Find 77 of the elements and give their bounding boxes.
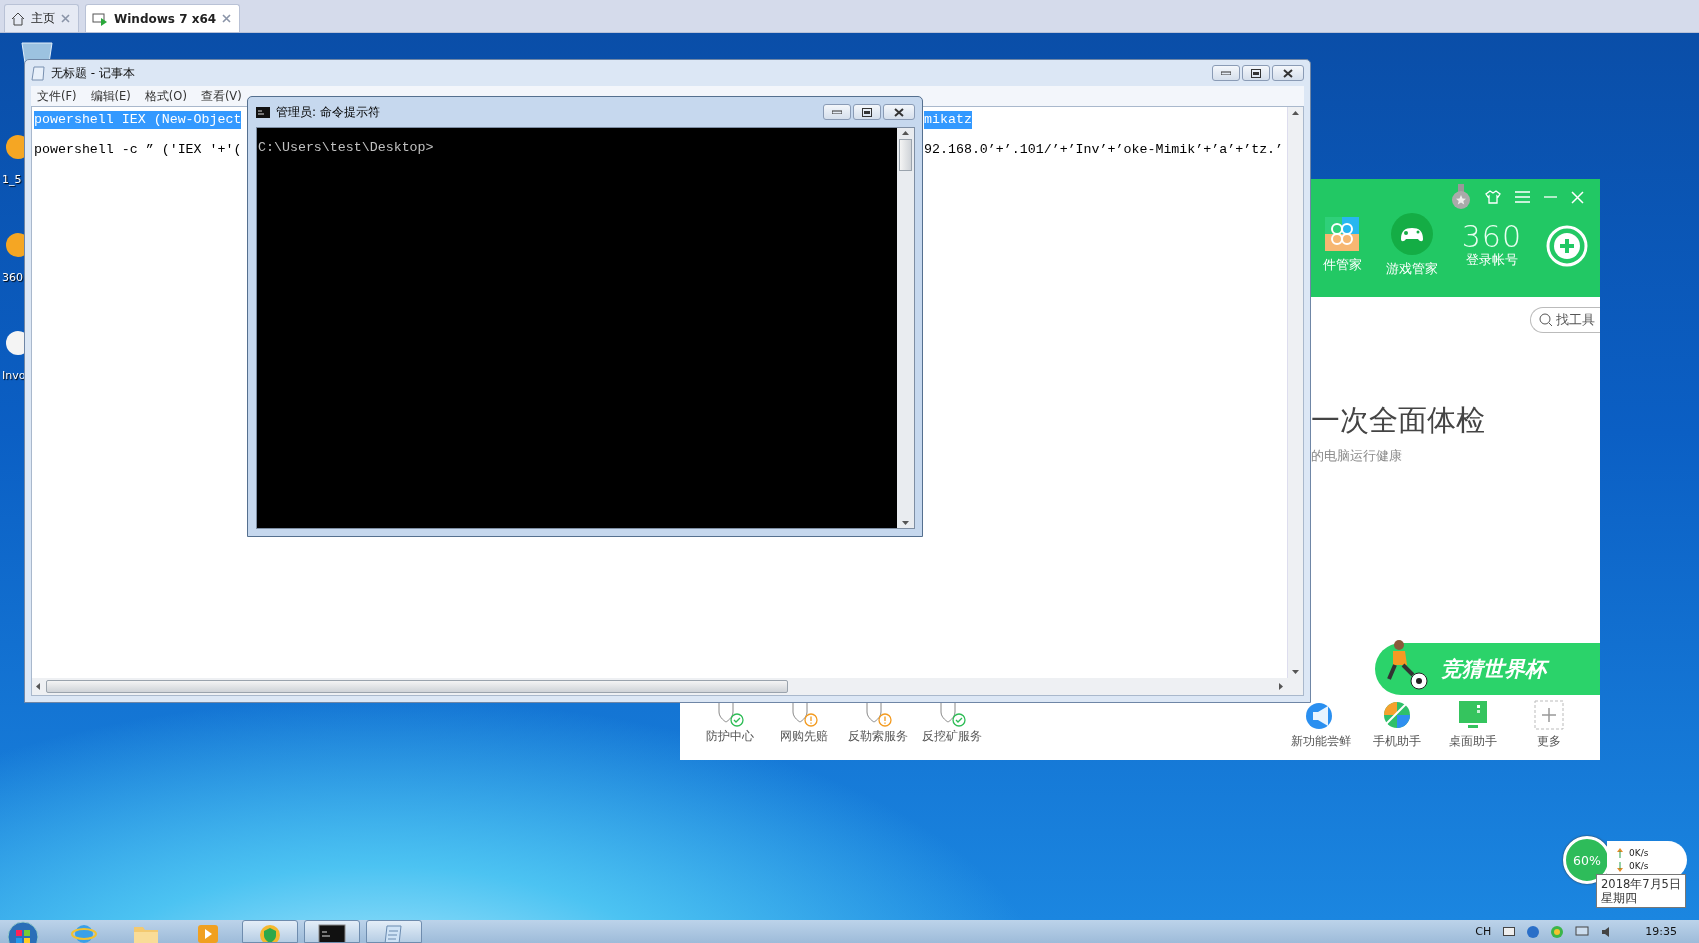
text-line: 92.168.0’+’.101/’+’Inv’+’oke-Mimik’+’a’+’tz.’ [924,141,1284,159]
help-icon[interactable] [1527,925,1540,938]
close-icon [1283,68,1293,78]
status-text: 的电脑运行健康 [1311,447,1403,465]
scroll-up-icon[interactable] [1292,111,1299,115]
service-item[interactable]: 反勒索服务 [848,700,908,760]
menu-item[interactable]: 查看(V) [200,88,242,104]
tool-item[interactable]: 手机助手 [1366,700,1428,760]
ball-icon [1382,700,1412,730]
desktop-icon-label[interactable]: 1_5 [2,173,22,186]
window-title: 无标题 - 记事本 [51,64,135,82]
close-icon[interactable] [222,14,232,23]
tool-item[interactable]: 新功能尝鲜 [1290,700,1352,760]
medal-icon[interactable] [1451,184,1471,210]
tool-item[interactable]: 桌面助手 [1442,700,1504,760]
add-icon [1534,700,1564,730]
menu-icon[interactable] [1515,191,1530,203]
clock[interactable]: 19:35 [1645,925,1677,938]
horizontal-scrollbar[interactable] [32,678,1287,695]
maximize-button[interactable] [853,104,881,120]
weekday-text: 星期四 [1601,891,1638,905]
shield-icon [257,924,283,942]
up-down-arrows-icon [1617,848,1623,872]
shield-icon[interactable] [1551,925,1564,938]
play-icon [196,923,220,943]
notepad-icon [31,65,45,81]
scroll-left-icon[interactable] [36,683,40,690]
terminal-icon [318,924,346,942]
scroll-right-icon[interactable] [1279,683,1283,690]
network-icon[interactable] [1575,925,1590,938]
service-item[interactable]: 防护中心 [700,700,760,760]
upload-speed: 0K/s [1629,847,1649,860]
minimize-icon [1221,71,1231,75]
menu-item[interactable]: 文件(F) [37,88,77,104]
taskbar-app[interactable] [304,920,360,943]
close-icon [894,107,904,117]
service-item[interactable]: 反挖矿服务 [922,700,982,760]
tool-item[interactable]: 更多 [1518,700,1580,760]
terminal-icon [256,106,270,118]
logo: 360 [1461,222,1522,252]
window-title: 管理员: 命令提示符 [276,103,380,121]
text-line: powershell -c ” ('IEX '+'( [34,141,242,159]
console-prompt: C:\Users\test\Desktop> [258,140,434,155]
shirt-icon[interactable] [1485,190,1501,204]
restore-icon [1251,68,1261,78]
browser-tab[interactable]: Windows 7 x64 [85,4,241,32]
globe-icon [71,923,97,943]
monitor-icon [1458,700,1488,730]
menu-item[interactable]: 编辑(E) [90,88,131,104]
keyboard-icon[interactable] [1503,927,1516,936]
scroll-down-icon[interactable] [1292,670,1299,674]
menu-item[interactable]: 格式(O) [144,88,187,104]
search-icon [1539,313,1553,327]
desktop-icon-label[interactable]: 360 [2,271,23,284]
scroll-up-icon[interactable] [902,131,909,135]
flower-icon [1325,217,1360,251]
vertical-scrollbar[interactable] [1287,107,1303,678]
headline: 一次全面体检 [1311,402,1486,439]
restore-icon [862,107,872,117]
scroll-down-icon[interactable] [902,521,909,525]
scroll-thumb[interactable] [46,680,788,693]
minimize-icon[interactable] [1544,195,1557,199]
download-speed: 0K/s [1629,860,1649,873]
gamepad-icon [1390,213,1433,255]
browser-tab[interactable]: 主页 [4,4,79,32]
home-icon [11,11,25,26]
close-icon[interactable] [61,14,70,23]
add-account-icon[interactable] [1546,224,1588,267]
monitor-icon [92,11,108,26]
close-button[interactable] [1272,65,1304,81]
close-button[interactable] [883,104,915,120]
minimize-icon [832,110,842,114]
vertical-scrollbar[interactable] [897,128,914,528]
scroll-thumb[interactable] [899,139,912,171]
service-item[interactable]: 网购先赔 [774,700,834,760]
language-indicator[interactable]: CH [1475,925,1492,938]
maximize-button[interactable] [1242,65,1270,81]
